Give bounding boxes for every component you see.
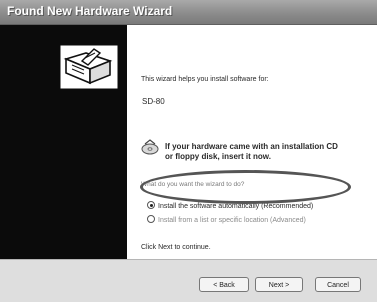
radio-button-selected[interactable] <box>147 201 155 209</box>
cancel-button[interactable]: Cancel <box>315 277 361 292</box>
cd-disc-icon <box>141 139 159 155</box>
window-title: Found New Hardware Wizard <box>7 4 173 18</box>
option-label: Install from a list or specific location… <box>158 217 306 224</box>
option-install-from-list[interactable]: Install from a list or specific location… <box>147 215 306 224</box>
title-bar[interactable]: Found New Hardware Wizard <box>0 0 377 25</box>
cd-insert-message: If your hardware came with an installati… <box>165 142 338 162</box>
device-name: SD-80 <box>142 97 165 106</box>
continue-instruction: Click Next to continue. <box>141 244 211 251</box>
back-button[interactable]: < Back <box>199 277 249 292</box>
button-bar: < Back Next > Cancel <box>0 259 377 302</box>
wizard-window: Found New Hardware Wizard This wizard he… <box>0 0 377 302</box>
hardware-wizard-icon <box>60 45 118 89</box>
wizard-sidebar <box>0 25 127 259</box>
radio-button[interactable] <box>147 215 155 223</box>
wizard-content: This wizard helps you install software f… <box>127 25 377 259</box>
cd-message-line1: If your hardware came with an installati… <box>165 142 338 151</box>
option-label: Install the software automatically (Reco… <box>158 203 314 210</box>
next-button[interactable]: Next > <box>255 277 303 292</box>
cd-message-line2: or floppy disk, insert it now. <box>165 152 271 161</box>
intro-text: This wizard helps you install software f… <box>141 76 269 83</box>
highlight-ellipse-annotation <box>140 170 351 204</box>
